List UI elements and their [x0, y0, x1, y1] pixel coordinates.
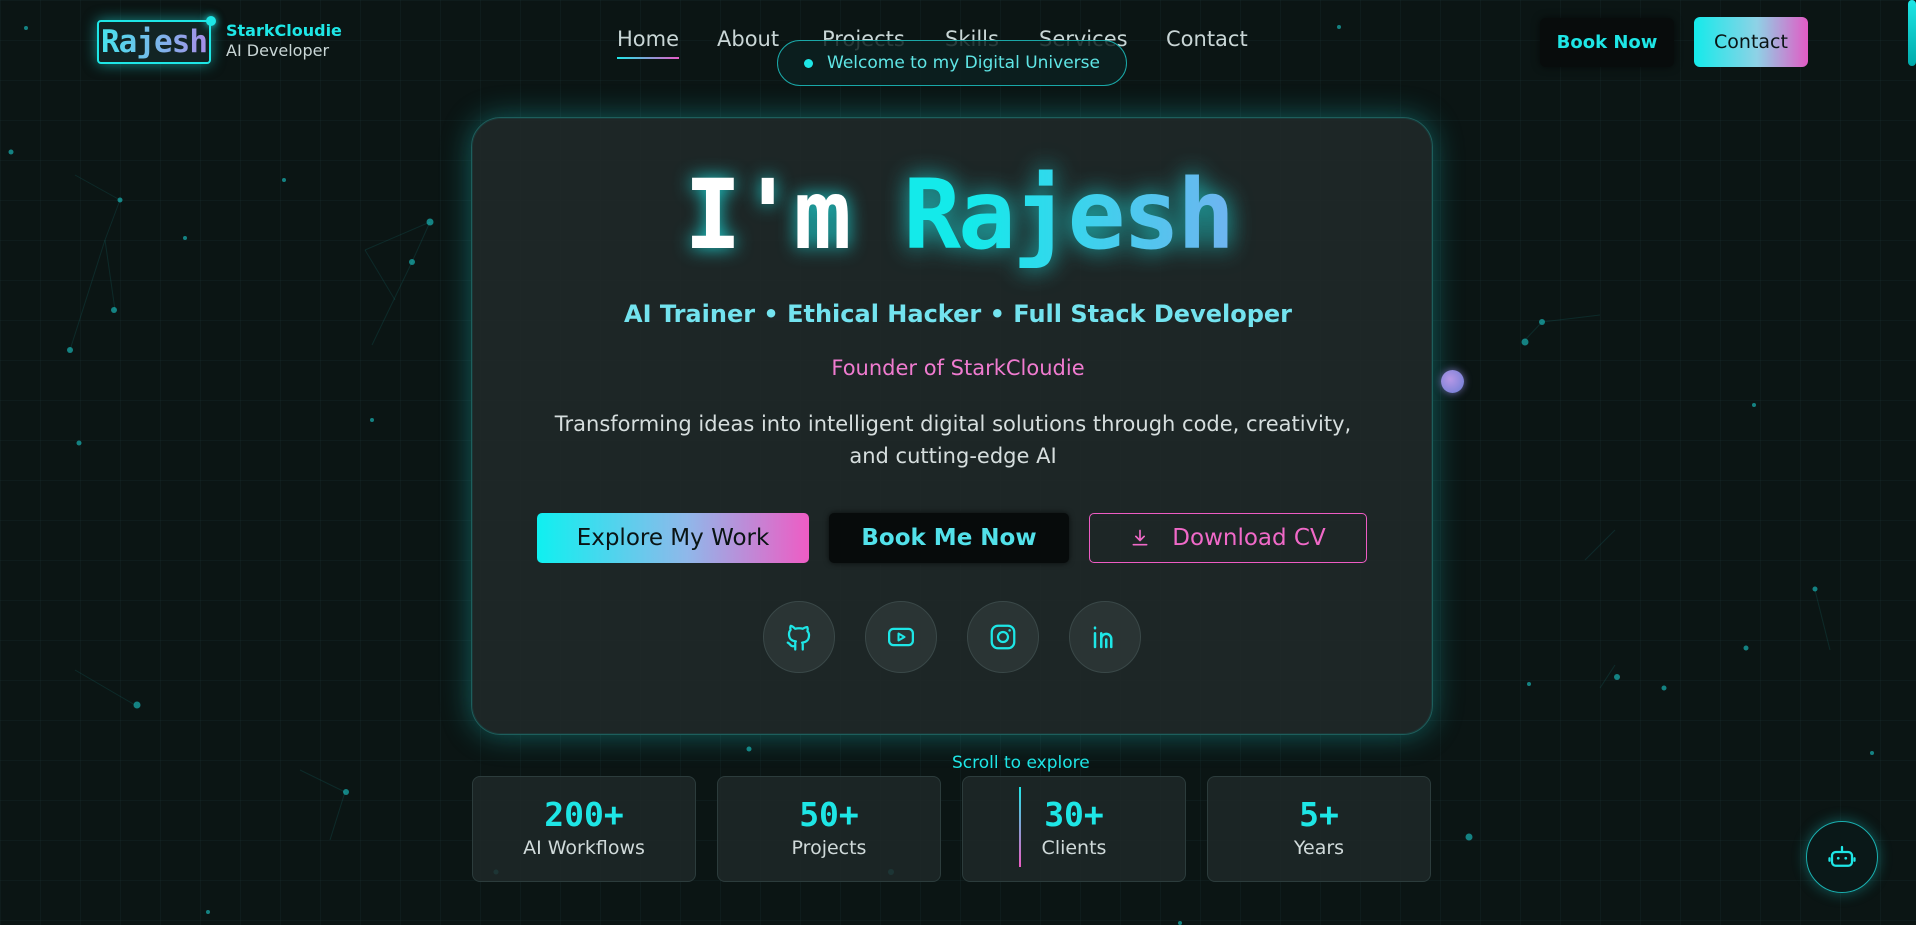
logo[interactable]: Rajesh	[97, 20, 211, 64]
nav-contact[interactable]: Contact	[1166, 27, 1248, 51]
pill-dot	[804, 58, 814, 68]
stat-label: AI Workflows	[523, 837, 645, 859]
github-link[interactable]	[763, 601, 835, 673]
nav-about[interactable]: About	[717, 27, 779, 51]
stat-label: Years	[1293, 837, 1345, 859]
welcome-text: Welcome to my Digital Universe	[827, 53, 1100, 73]
contact-button[interactable]: Contact	[1694, 17, 1808, 67]
explore-work-button[interactable]: Explore My Work	[537, 513, 809, 563]
stat-value: 30+	[1044, 795, 1104, 834]
stat-divider	[1019, 787, 1021, 867]
hero-roles: AI Trainer • Ethical Hacker • Full Stack…	[624, 300, 1292, 328]
stat-value: 200+	[544, 795, 624, 834]
page-scrollbar[interactable]	[1908, 0, 1916, 66]
stat-label: Projects	[791, 837, 867, 859]
book-me-button[interactable]: Book Me Now	[829, 513, 1069, 563]
logo-status-dot	[206, 16, 216, 26]
scroll-hint: Scroll to explore	[952, 753, 1090, 773]
linkedin-icon	[1093, 626, 1113, 649]
hero-title-name: Rajesh	[903, 159, 1235, 271]
chatbot-button[interactable]	[1806, 821, 1878, 893]
stat-label: Clients	[1041, 837, 1107, 859]
youtube-link[interactable]	[865, 601, 937, 673]
stat-card-projects: 50+ Projects	[717, 776, 941, 882]
stat-card-workflows: 200+ AI Workflows	[472, 776, 696, 882]
youtube-icon	[888, 627, 914, 647]
robot-icon	[1828, 845, 1856, 867]
nav-home[interactable]: Home	[617, 27, 680, 59]
hero-founder: Founder of StarkCloudie	[831, 356, 1085, 380]
book-now-button[interactable]: Book Now	[1540, 18, 1674, 67]
download-icon	[1132, 529, 1148, 546]
stat-card-clients: 30+ Clients	[962, 776, 1186, 882]
hero-description: Transforming ideas into intelligent digi…	[554, 412, 1352, 468]
logo-text: Rajesh	[101, 24, 208, 60]
hero-title-prefix: I'm	[684, 159, 904, 271]
instagram-icon	[990, 624, 1016, 650]
stat-card-years: 5+ Years	[1207, 776, 1431, 882]
download-cv-button[interactable]: Download CV	[1089, 513, 1367, 563]
hero-title: I'm Rajesh	[0, 160, 1916, 270]
stat-value: 50+	[799, 795, 859, 834]
github-icon	[786, 624, 811, 651]
stat-value: 5+	[1299, 795, 1339, 834]
download-cv-label: Download CV	[1172, 525, 1326, 551]
floating-orb	[1441, 370, 1464, 393]
linkedin-link[interactable]	[1069, 601, 1141, 673]
brand-role: AI Developer	[226, 41, 330, 60]
brand-name: StarkCloudie	[226, 21, 342, 40]
welcome-pill: Welcome to my Digital Universe	[777, 40, 1127, 86]
instagram-link[interactable]	[967, 601, 1039, 673]
brand: StarkCloudie AI Developer	[226, 21, 342, 61]
